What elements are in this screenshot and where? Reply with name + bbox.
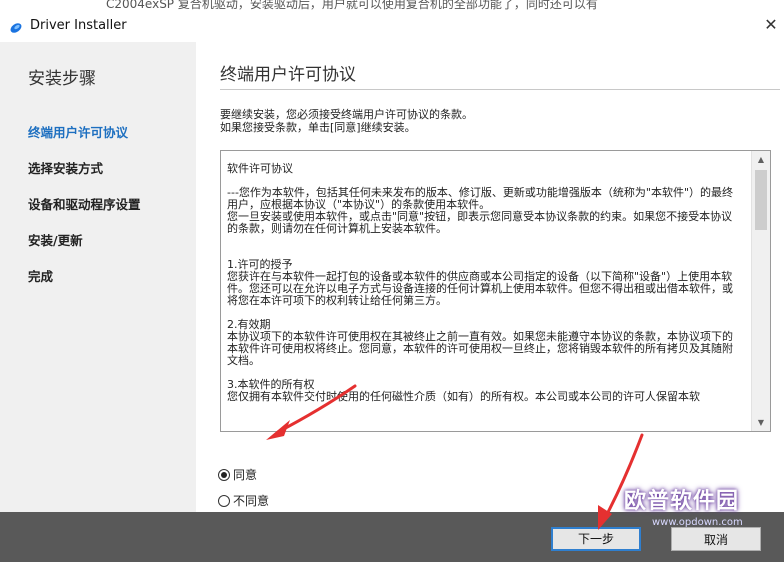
intro-line-2: 如果您接受条款，单击[同意]继续安装。 — [220, 121, 416, 134]
title-divider — [220, 89, 780, 90]
scroll-down-icon[interactable]: ▼ — [752, 414, 770, 431]
agree-option[interactable]: 同意 — [218, 466, 257, 483]
window-title: Driver Installer — [30, 18, 127, 33]
disagree-label: 不同意 — [233, 494, 270, 508]
license-content: 软件许可协议 ---您作为本软件，包括其任何未来发布的版本、修订版、更新或功能增… — [221, 151, 746, 431]
watermark-url: www.opdown.com — [652, 517, 743, 528]
step-device-settings: 设备和驱动程序设置 — [28, 197, 141, 212]
license-scrollbar[interactable]: ▲ ▼ — [751, 151, 770, 431]
intro-text: 要继续安装，您必须接受终端用户许可协议的条款。 如果您接受条款，单击[同意]继续… — [220, 108, 473, 134]
disagree-radio[interactable] — [218, 494, 230, 507]
sidebar-title: 安装步骤 — [28, 69, 96, 89]
title-bar: Driver Installer ✕ — [0, 12, 784, 42]
agree-radio[interactable] — [218, 468, 230, 481]
step-finish: 完成 — [28, 269, 54, 284]
watermark-logo: 欧普软件园 www.opdown.com — [592, 475, 772, 540]
step-install-update: 安装/更新 — [28, 233, 83, 248]
license-text: 软件许可协议 ---您作为本软件，包括其任何未来发布的版本、修订版、更新或功能增… — [227, 162, 734, 403]
scroll-up-icon[interactable]: ▲ — [752, 151, 770, 168]
app-leaf-icon — [10, 23, 22, 33]
disagree-option[interactable]: 不同意 — [218, 492, 269, 509]
main-panel: 终端用户许可协议 要继续安装，您必须接受终端用户许可协议的条款。 如果您接受条款… — [196, 42, 784, 512]
page-caption-text: C2004exSP 复合机驱动，安装驱动后，用户就可以使用复合机的全部功能了，同… — [106, 0, 598, 11]
steps-sidebar: 安装步骤 终端用户许可协议 选择安装方式 设备和驱动程序设置 安装/更新 完成 — [0, 42, 196, 512]
scroll-thumb[interactable] — [755, 170, 767, 230]
watermark-name: 欧普软件园 — [624, 488, 740, 514]
page-title: 终端用户许可协议 — [220, 65, 356, 85]
step-eula: 终端用户许可协议 — [28, 125, 129, 140]
intro-line-1: 要继续安装，您必须接受终端用户许可协议的条款。 — [220, 108, 473, 121]
agree-label: 同意 — [233, 468, 258, 482]
license-textbox[interactable]: 软件许可协议 ---您作为本软件，包括其任何未来发布的版本、修订版、更新或功能增… — [220, 150, 771, 432]
step-install-method: 选择安装方式 — [28, 161, 104, 176]
close-icon[interactable]: ✕ — [762, 16, 780, 34]
